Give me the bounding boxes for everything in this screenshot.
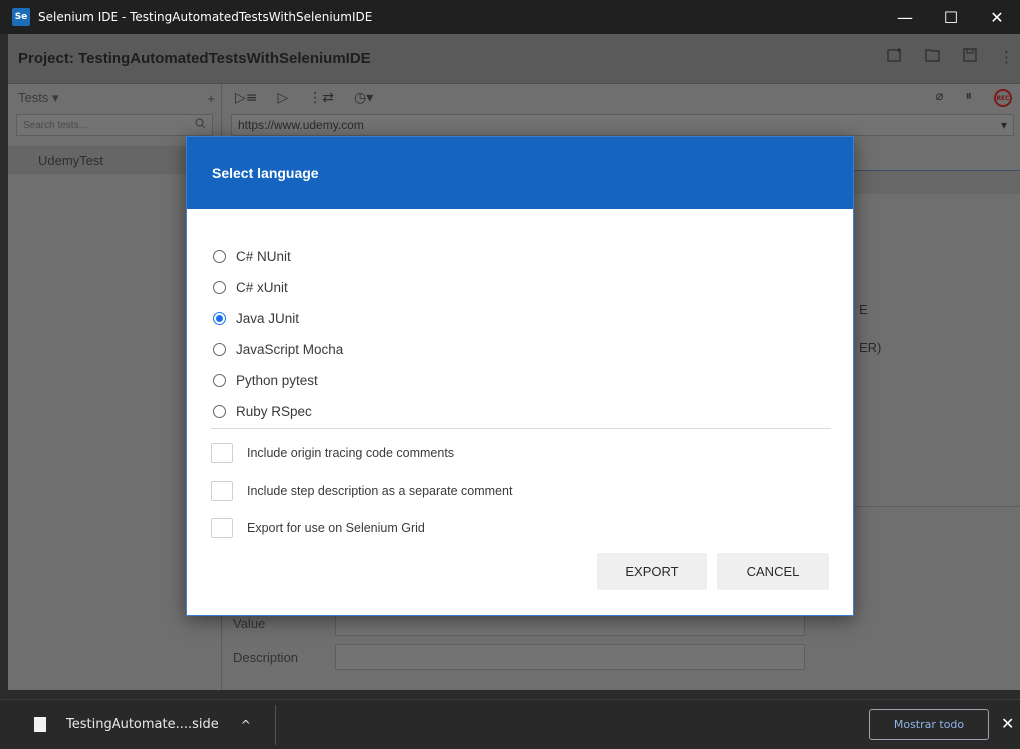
close-window-button[interactable]: ✕ bbox=[974, 0, 1020, 34]
run-all-tests-icon[interactable]: ▷≡ bbox=[235, 90, 258, 106]
export-button[interactable]: EXPORT bbox=[597, 553, 707, 590]
maximize-button[interactable]: ☐ bbox=[928, 0, 974, 34]
save-project-icon[interactable] bbox=[963, 48, 977, 66]
project-bar: Project: TestingAutomatedTestsWithSeleni… bbox=[8, 34, 1020, 84]
project-title[interactable]: Project: TestingAutomatedTestsWithSeleni… bbox=[18, 50, 371, 67]
language-label: C# NUnit bbox=[236, 249, 291, 264]
pause-icon[interactable]: ⏸ bbox=[966, 89, 973, 107]
download-file-name[interactable]: TestingAutomate....side bbox=[66, 717, 219, 732]
disable-breakpoints-icon[interactable]: ⌀ bbox=[936, 89, 944, 107]
toolbar: ▷≡ ▷ ⋮⇄ ◷▾ ⌀ ⏸ REC bbox=[223, 84, 1020, 112]
radio-button-selected[interactable] bbox=[213, 312, 226, 325]
url-dropdown-icon[interactable]: ▾ bbox=[1001, 118, 1007, 132]
file-icon bbox=[34, 717, 46, 732]
value-label: Value bbox=[233, 615, 266, 631]
radio-button[interactable] bbox=[213, 343, 226, 356]
select-language-dialog: Select language C# NUnit C# xUnit Java J… bbox=[186, 136, 854, 616]
close-download-bar-icon[interactable]: ✕ bbox=[1001, 714, 1014, 733]
language-option-python-pytest[interactable]: Python pytest bbox=[213, 365, 343, 396]
language-radio-group: C# NUnit C# xUnit Java JUnit JavaScript … bbox=[213, 241, 343, 427]
checkbox[interactable] bbox=[211, 518, 233, 538]
selected-command-row bbox=[853, 170, 1020, 194]
step-over-icon[interactable]: ⋮⇄ bbox=[308, 90, 334, 106]
language-label: Python pytest bbox=[236, 373, 318, 388]
new-project-icon[interactable] bbox=[887, 48, 903, 66]
tests-dropdown[interactable]: Tests ▾ bbox=[18, 90, 59, 106]
language-option-javascript-mocha[interactable]: JavaScript Mocha bbox=[213, 334, 343, 365]
dialog-title: Select language bbox=[187, 137, 853, 209]
language-option-java-junit[interactable]: Java JUnit bbox=[213, 303, 343, 334]
search-icon bbox=[195, 118, 206, 132]
base-url-value: https://www.udemy.com bbox=[238, 118, 364, 132]
tests-header-label: Tests bbox=[18, 90, 49, 105]
selenium-logo-icon: Se bbox=[12, 8, 30, 26]
show-all-button[interactable]: Mostrar todo bbox=[869, 709, 989, 740]
window-title: Selenium IDE - TestingAutomatedTestsWith… bbox=[38, 10, 373, 24]
open-project-icon[interactable] bbox=[925, 48, 941, 66]
download-separator bbox=[274, 704, 276, 745]
base-url-input[interactable]: https://www.udemy.com ▾ bbox=[231, 114, 1014, 136]
radio-button[interactable] bbox=[213, 405, 226, 418]
radio-button[interactable] bbox=[213, 374, 226, 387]
cancel-button[interactable]: CANCEL bbox=[717, 553, 829, 590]
checkbox-label: Export for use on Selenium Grid bbox=[247, 521, 425, 535]
dialog-divider bbox=[211, 428, 831, 429]
language-label: Java JUnit bbox=[236, 311, 300, 326]
origin-tracing-checkbox[interactable]: Include origin tracing code comments bbox=[211, 443, 454, 463]
language-label: Ruby RSpec bbox=[236, 404, 312, 419]
add-test-icon[interactable]: + bbox=[207, 91, 215, 106]
description-input[interactable] bbox=[335, 644, 805, 670]
minimize-button[interactable]: — bbox=[882, 0, 928, 34]
more-options-icon[interactable]: ⋮ bbox=[999, 48, 1014, 66]
checkbox-label: Include step description as a separate c… bbox=[247, 484, 513, 498]
step-description-checkbox[interactable]: Include step description as a separate c… bbox=[211, 481, 512, 501]
record-button[interactable]: REC bbox=[994, 89, 1012, 107]
chevron-down-icon: ▾ bbox=[51, 90, 59, 105]
background-command-text: E bbox=[859, 302, 868, 317]
checkbox-label: Include origin tracing code comments bbox=[247, 446, 455, 460]
search-placeholder: Search tests... bbox=[23, 119, 87, 131]
language-option-ruby-rspec[interactable]: Ruby RSpec bbox=[213, 396, 343, 427]
checkbox[interactable] bbox=[211, 443, 233, 463]
radio-button[interactable] bbox=[213, 281, 226, 294]
background-command-text: ER) bbox=[859, 340, 882, 355]
checkbox[interactable] bbox=[211, 481, 233, 501]
search-tests-input[interactable]: Search tests... bbox=[16, 114, 213, 136]
language-option-csharp-nunit[interactable]: C# NUnit bbox=[213, 241, 343, 272]
speed-icon[interactable]: ◷▾ bbox=[354, 90, 373, 106]
language-label: C# xUnit bbox=[236, 280, 288, 295]
window-titlebar: Se Selenium IDE - TestingAutomatedTestsW… bbox=[0, 0, 1020, 34]
selenium-grid-checkbox[interactable]: Export for use on Selenium Grid bbox=[211, 518, 425, 538]
description-field-row: Description bbox=[233, 644, 805, 670]
language-option-csharp-xunit[interactable]: C# xUnit bbox=[213, 272, 343, 303]
download-bar: TestingAutomate....side ^ Mostrar todo ✕ bbox=[0, 699, 1020, 749]
chevron-up-icon[interactable]: ^ bbox=[241, 718, 251, 732]
radio-button[interactable] bbox=[213, 250, 226, 263]
language-label: JavaScript Mocha bbox=[236, 342, 344, 357]
run-test-icon[interactable]: ▷ bbox=[278, 90, 289, 106]
description-label: Description bbox=[233, 649, 299, 665]
